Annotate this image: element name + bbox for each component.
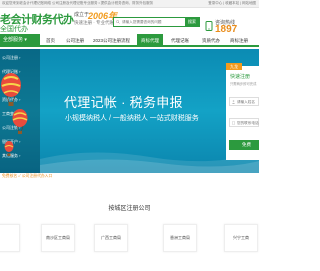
- district-card[interactable]: 广西工商局: [94, 224, 128, 252]
- nav-item-company-registration[interactable]: 公司注册: [66, 34, 84, 47]
- quick-registration-form: 九龙 快速注册 只需两步即可完成 免费: [226, 63, 259, 160]
- district-card[interactable]: 兴宁工商: [224, 224, 258, 252]
- name-input[interactable]: [237, 99, 259, 105]
- hot-air-balloon-illustration: [12, 109, 28, 134]
- hero-headline: 代理记帐 · 税务申报: [64, 95, 183, 110]
- nav-item-home[interactable]: 首页: [46, 34, 55, 47]
- district-card-label: 广西工商局: [101, 235, 121, 240]
- search-button[interactable]: 搜索: [185, 18, 199, 26]
- district-card[interactable]: [0, 224, 20, 252]
- nav-item-bookkeeping[interactable]: 代理记账: [171, 34, 189, 47]
- search-box: 搜索: [113, 17, 200, 27]
- hero-subheadline: 小规模纳税人 / 一般纳税人 一站式财税服务: [65, 115, 199, 122]
- district-card-label: 兴宁工商: [233, 235, 249, 240]
- slogan-founded-label: 成立于: [74, 12, 90, 18]
- district-card[interactable]: 南沙区工商局: [41, 224, 75, 252]
- ticker-text[interactable]: 免费核名 ✓ 公司注册代办入口: [2, 174, 52, 179]
- form-tag: 九龙: [226, 63, 242, 70]
- nav-item-trademark-registration[interactable]: 商标注册: [230, 34, 248, 47]
- main-nav: 全部服务 ▾ 首页 公司注册 2023公司注册流程 商标代理 代理记账 资质代办…: [0, 34, 259, 47]
- hero-banner: 公司注册 › 代理记账 › 商标代理 › 资质代办 › 工商变更 › 公司注销 …: [0, 49, 259, 173]
- free-register-button[interactable]: 免费: [229, 140, 259, 150]
- section-title: 按城区注册公司: [108, 206, 151, 212]
- news-ticker: 免费核名 ✓ 公司注册代办入口: [0, 173, 259, 180]
- mobile-phone-icon: [232, 121, 235, 125]
- district-card-label: 香洲工商局: [170, 235, 190, 240]
- phone-icon: [205, 21, 213, 31]
- top-links[interactable]: 登录中心 | 收藏本站 | 网站地图: [208, 1, 256, 6]
- district-card-list: 南沙区工商局 广西工商局 香洲工商局 兴宁工商: [0, 224, 259, 254]
- site-header: 老会计财务代办 全国代办 成立于 2006年 快速注册 · 专业代账 · 贴心服…: [0, 8, 259, 35]
- name-field: [229, 97, 259, 106]
- user-icon: [232, 100, 235, 104]
- phone-field: [229, 118, 259, 127]
- search-input[interactable]: [122, 18, 184, 26]
- logo-subtitle: 全国代办: [0, 26, 28, 33]
- form-title: 快速注册: [230, 74, 251, 80]
- phone-input[interactable]: [237, 120, 259, 126]
- site-notice: 欢迎您来到老会计代理记账网络 公司注册及代理记账专业服务 • 提供会计税务咨询、…: [2, 1, 154, 5]
- search-icon: [116, 20, 120, 24]
- hot-air-balloon-illustration: [1, 73, 21, 106]
- nav-item-qualification[interactable]: 资质代办: [202, 34, 220, 47]
- all-services-menu[interactable]: 全部服务 ▾: [0, 34, 40, 47]
- hot-air-balloon-illustration: [4, 141, 14, 156]
- district-card-label: 南沙区工商局: [46, 235, 70, 240]
- sidebar-item[interactable]: 公司注册 ›: [2, 55, 20, 61]
- form-subtitle: 只需两步即可完成: [230, 82, 257, 86]
- top-bar: 欢迎您来到老会计代理记账网络 公司注册及代理记账专业服务 • 提供会计税务咨询、…: [0, 0, 259, 8]
- district-card[interactable]: 香洲工商局: [163, 224, 197, 252]
- nav-item-trademark-agency[interactable]: 商标代理: [137, 34, 163, 47]
- nav-item-registration-process[interactable]: 2023公司注册流程: [93, 34, 130, 47]
